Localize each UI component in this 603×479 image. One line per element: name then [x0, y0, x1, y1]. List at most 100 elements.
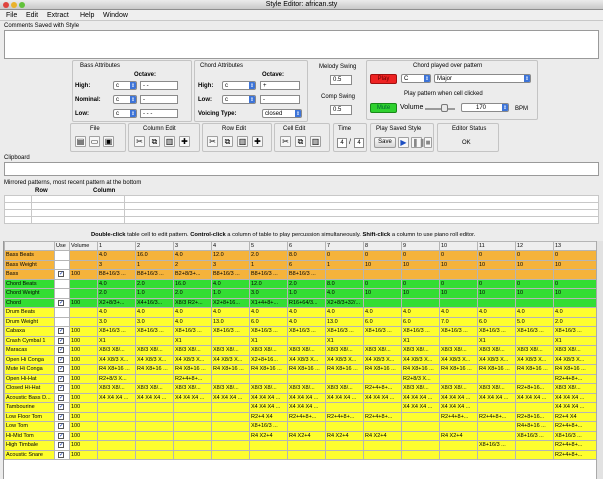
grid-column-header[interactable]: 4 [211, 241, 250, 251]
pattern-cell[interactable]: 0 [325, 250, 364, 261]
pattern-row[interactable]: Tambourine ✓ 100 X4 X4 X4 ... X4 X4 X4 ... X4… [4, 402, 599, 413]
pattern-cell[interactable] [325, 373, 364, 384]
row-name-cell[interactable]: Tambourine [4, 402, 55, 413]
volume-slider-thumb[interactable] [441, 104, 448, 112]
pattern-cell[interactable]: X8/3 X8/... [553, 383, 599, 394]
pattern-cell[interactable] [515, 449, 554, 460]
volume-cell[interactable]: 100 [69, 345, 98, 356]
pattern-cell[interactable]: 4.0 [439, 307, 478, 318]
pattern-cell[interactable]: B8+16/3 ... [249, 269, 288, 280]
pattern-cell[interactable]: X1 [477, 335, 516, 346]
pattern-cell[interactable]: 1.0 [211, 288, 250, 299]
pattern-cell[interactable]: 4.0 [553, 307, 599, 318]
pattern-cell[interactable] [401, 440, 440, 451]
pattern-cell[interactable] [363, 335, 402, 346]
pattern-cell[interactable] [477, 421, 516, 432]
mirrored-cell[interactable] [4, 216, 32, 224]
pattern-table[interactable]: Use Volume 1 2 3 4 5 6 7 8 9 10 11 12 13 Bass Beats 4.0… [4, 241, 599, 460]
pattern-cell[interactable]: R2+4+8+... [173, 373, 212, 384]
pattern-cell[interactable] [135, 335, 174, 346]
pattern-cell[interactable]: X4 X8/3 X... [135, 354, 174, 365]
pattern-cell[interactable]: X4 X4 X4 ... [287, 402, 326, 413]
pattern-cell[interactable]: X1+4+8+... [249, 297, 288, 308]
pattern-cell[interactable]: 8.0 [325, 278, 364, 289]
pattern-cell[interactable] [249, 449, 288, 460]
use-checkbox[interactable]: ✓ [58, 423, 64, 429]
pattern-cell[interactable]: X4 X8/3 X... [173, 354, 212, 365]
pattern-cell[interactable]: X4 X4 X4 ... [515, 392, 554, 403]
row-name-cell[interactable]: Maracas [4, 345, 55, 356]
grid-column-header[interactable]: 6 [287, 241, 326, 251]
use-checkbox[interactable]: ✓ [58, 337, 64, 344]
pattern-cell[interactable] [477, 269, 516, 280]
pattern-cell[interactable]: X4 X4 X4 ... [439, 392, 478, 403]
pattern-cell[interactable]: 2.0 [287, 278, 326, 289]
pattern-cell[interactable] [135, 421, 174, 432]
mirrored-row[interactable] [4, 216, 600, 224]
use-checkbox[interactable]: ✓ [58, 347, 64, 353]
pattern-cell[interactable] [135, 411, 174, 422]
pattern-cell[interactable]: B8+16/3 ... [135, 269, 174, 280]
pattern-cell[interactable]: X2+8+16... [249, 354, 288, 365]
pattern-cell[interactable]: X8/3 X8/... [97, 345, 136, 356]
pattern-cell[interactable] [515, 440, 554, 451]
volume-cell[interactable] [69, 250, 98, 261]
pattern-cell[interactable]: 5.0 [515, 316, 554, 327]
grid-column-header[interactable]: 10 [439, 241, 478, 251]
row-name-cell[interactable]: Bass Beats [4, 250, 55, 261]
pattern-cell[interactable]: X8/3 X8/... [401, 345, 440, 356]
pattern-cell[interactable] [211, 402, 250, 413]
pattern-cell[interactable] [287, 335, 326, 346]
pattern-cell[interactable] [211, 335, 250, 346]
pattern-cell[interactable]: 1 [249, 259, 288, 270]
pattern-cell[interactable]: X8+16/3 ... [363, 326, 402, 337]
pattern-row[interactable]: Chord Beats 4.0 2.0 16.0 4.0 12.0 2.0 8.0 0 0 0 0 0 0 [4, 278, 599, 289]
pattern-cell[interactable]: 1.0 [135, 288, 174, 299]
pattern-cell[interactable]: 10 [439, 259, 478, 270]
mirrored-cell[interactable] [123, 195, 600, 203]
pattern-cell[interactable] [439, 269, 478, 280]
pattern-cell[interactable]: X8/3 X8/... [249, 345, 288, 356]
pattern-cell[interactable]: X8/3 X8/... [325, 345, 364, 356]
pattern-cell[interactable] [97, 440, 136, 451]
pattern-row[interactable]: Mute Hi Conga ✓ 100 R4 X8+16 ... R4 X8+16 ..… [4, 364, 599, 375]
pattern-cell[interactable] [135, 449, 174, 460]
use-checkbox[interactable]: ✓ [58, 413, 64, 420]
pattern-cell[interactable]: X4 X8/3 X... [401, 354, 440, 365]
pattern-cell[interactable] [439, 373, 478, 384]
pattern-cell[interactable]: X4 X4 X4 ... [553, 392, 599, 403]
pattern-cell[interactable]: X8/3 X8/... [135, 383, 174, 394]
pattern-cell[interactable]: 0 [363, 278, 402, 289]
pattern-cell[interactable]: 10 [553, 288, 599, 299]
mirrored-row[interactable] [4, 209, 600, 217]
pattern-row[interactable]: Maracas ✓ 100 X8/3 X8/... X8/3 X8/... X8/3 X8… [4, 345, 599, 356]
pattern-cell[interactable] [401, 269, 440, 280]
pattern-cell[interactable]: X1 [325, 335, 364, 346]
pattern-cell[interactable] [135, 373, 174, 384]
chord-root-select[interactable]: C ⇕ [401, 74, 431, 83]
pattern-cell[interactable] [515, 297, 554, 308]
pattern-cell[interactable] [325, 421, 364, 432]
pattern-cell[interactable]: R4 X8+16 ... [249, 364, 288, 375]
pattern-row[interactable]: Hi-Mid Tom ✓ 100 R4 X2+4 R4 X2+4 R4 X2+4 R4 X2… [4, 430, 599, 441]
chord-low-octave-field[interactable]: - [260, 95, 300, 104]
mirrored-cell[interactable] [30, 202, 125, 210]
pattern-cell[interactable]: X8+16/3 ... [553, 430, 599, 441]
pattern-cell[interactable]: R2+4+8+... [363, 411, 402, 422]
pattern-cell[interactable] [97, 421, 136, 432]
pattern-cell[interactable]: X4 X8/3 X... [553, 354, 599, 365]
pattern-cell[interactable]: X8/3 X8/... [515, 345, 554, 356]
pattern-cell[interactable] [401, 411, 440, 422]
pattern-cell[interactable]: X8/3 X8/... [173, 345, 212, 356]
pattern-cell[interactable]: X8+16/3 ... [97, 326, 136, 337]
pattern-row[interactable]: Chord Weight 2.0 1.0 2.0 1.0 3.0 1.0 4.0 10 10 10 1… [4, 288, 599, 299]
pattern-cell[interactable]: 16.0 [173, 278, 212, 289]
row-name-cell[interactable]: Mute Hi Conga [4, 364, 55, 375]
grid-column-header[interactable]: 3 [173, 241, 212, 251]
pattern-cell[interactable] [287, 449, 326, 460]
pattern-cell[interactable] [211, 449, 250, 460]
bass-low-octave-field[interactable]: - - - [140, 109, 178, 118]
pattern-cell[interactable] [249, 440, 288, 451]
pattern-cell[interactable]: X8/3 X8/... [401, 383, 440, 394]
column-paste-icon[interactable]: ▥ [164, 136, 175, 147]
